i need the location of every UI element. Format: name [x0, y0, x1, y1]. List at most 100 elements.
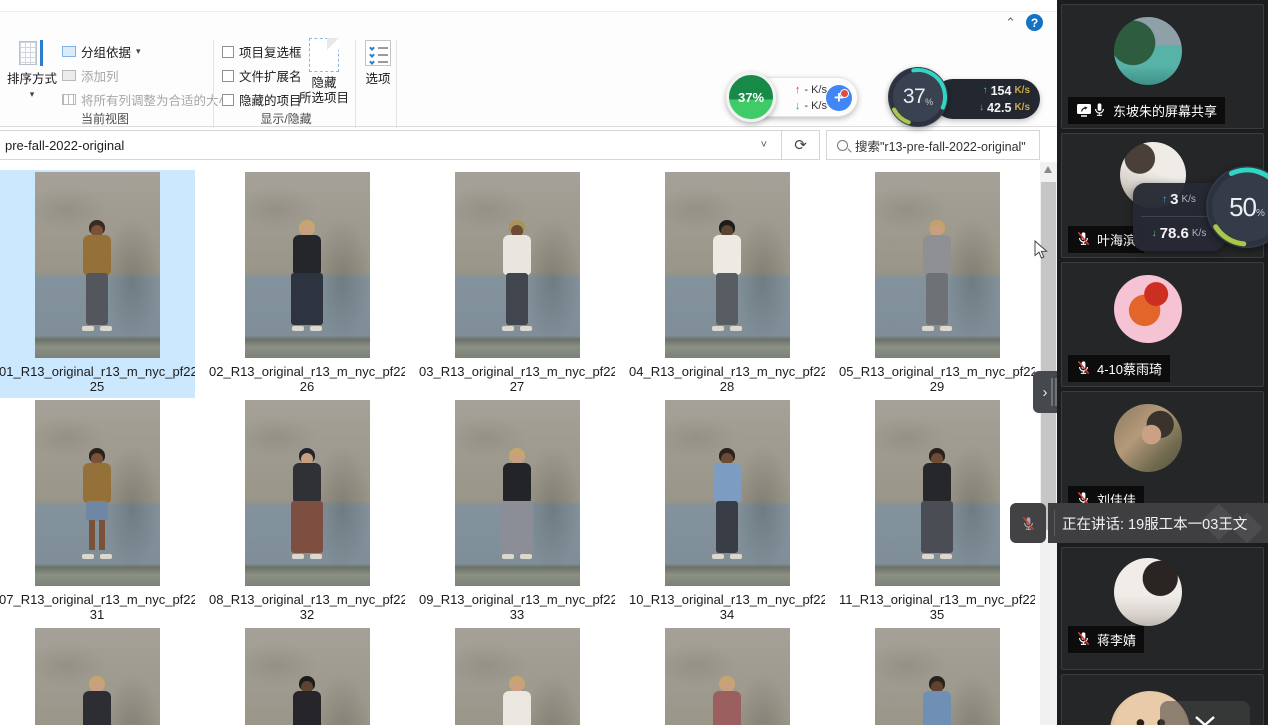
file-list-area: 01_R13_original_r13_m_nyc_pf22_025 02_R13…: [0, 162, 1040, 725]
search-input[interactable]: 搜索"r13-pre-fall-2022-original": [826, 130, 1040, 160]
file-name: 09_R13_original_r13_m_nyc_pf22_033: [419, 592, 615, 622]
refresh-button[interactable]: ⟳: [782, 130, 820, 160]
download-arrow-icon: ↓: [979, 102, 984, 113]
participant-tile[interactable]: 4-10蔡雨琦: [1061, 262, 1264, 387]
file-name: 11_R13_original_r13_m_nyc_pf22_035: [839, 592, 1035, 622]
mouse-cursor: [1034, 240, 1050, 260]
participant-tile[interactable]: [1061, 674, 1264, 725]
group-by-icon: [62, 46, 76, 57]
address-dropdown-icon[interactable]: ˅: [761, 139, 767, 151]
file-item[interactable]: [0, 626, 195, 725]
chevron-down-icon: [1194, 715, 1216, 725]
add-button[interactable]: +: [826, 85, 852, 111]
file-item[interactable]: 01_R13_original_r13_m_nyc_pf22_025: [0, 170, 195, 398]
file-item[interactable]: 03_R13_original_r13_m_nyc_pf22_027: [419, 170, 615, 398]
options-button[interactable]: 选项: [356, 40, 400, 87]
file-item[interactable]: [839, 626, 1035, 725]
model-figure: [917, 448, 957, 568]
checkbox-icon: [222, 46, 234, 58]
avatar: [1114, 404, 1182, 472]
help-icon[interactable]: ?: [1026, 14, 1043, 31]
battery-percent-badge[interactable]: 37%: [726, 72, 776, 122]
participant-tile[interactable]: 蒋李婧: [1061, 547, 1264, 670]
hidden-items-checkbox[interactable]: 隐藏的项目: [222, 90, 302, 109]
file-thumbnail: [35, 400, 160, 586]
file-name: 02_R13_original_r13_m_nyc_pf22_026: [209, 364, 405, 394]
download-speed: 42.5: [987, 101, 1011, 115]
hide-selected-button[interactable]: 隐藏 所选项目: [298, 38, 350, 106]
file-item[interactable]: 07_R13_original_r13_m_nyc_pf22_031: [0, 398, 195, 626]
group-by-button[interactable]: 分组依据▾: [62, 42, 141, 61]
explorer-titlebar: [0, 0, 1057, 12]
model-figure: [287, 220, 327, 340]
file-name: 04_R13_original_r13_m_nyc_pf22_028: [629, 364, 825, 394]
add-columns-icon: [62, 70, 76, 81]
participant-name-bar: 4-10蔡雨琦: [1068, 355, 1170, 382]
notification-dot: [840, 89, 849, 98]
file-item[interactable]: 08_R13_original_r13_m_nyc_pf22_032: [209, 398, 405, 626]
file-thumbnail: [455, 628, 580, 725]
file-extensions-checkbox[interactable]: 文件扩展名: [222, 66, 302, 85]
file-item[interactable]: 05_R13_original_r13_m_nyc_pf22_029: [839, 170, 1035, 398]
participant-name: 4-10蔡雨琦: [1097, 359, 1162, 378]
model-figure: [707, 220, 747, 340]
speaking-banner: 正在讲话: 19服工本一03王文: [1010, 503, 1268, 543]
percent-value: 37%: [738, 90, 764, 105]
checkbox-icon: [222, 70, 234, 82]
file-item[interactable]: [629, 626, 825, 725]
progress-arc: [1206, 166, 1268, 248]
download-arrow-icon: ↓: [795, 100, 801, 112]
file-item[interactable]: 04_R13_original_r13_m_nyc_pf22_028: [629, 170, 825, 398]
participant-name: 东坡朱的屏幕共享: [1113, 101, 1217, 120]
mic-muted-icon: [1076, 631, 1091, 646]
sort-by-button[interactable]: 排序方式 ▾: [4, 40, 60, 102]
speed-unit: K/s: [1181, 194, 1195, 205]
file-name: 07_R13_original_r13_m_nyc_pf22_031: [0, 592, 195, 622]
download-speed: - K/s: [804, 100, 827, 112]
file-item[interactable]: [419, 626, 615, 725]
scrollbar-thumb[interactable]: [1041, 182, 1056, 530]
percent-ring-badge[interactable]: 50 %: [1206, 166, 1268, 248]
net-monitor-dark[interactable]: ↑ 154 K/s ↓ 42.5 K/s: [933, 79, 1040, 119]
sidebar-expand-button[interactable]: ›: [1033, 371, 1057, 413]
file-item[interactable]: 11_R13_original_r13_m_nyc_pf22_035: [839, 398, 1035, 626]
file-item[interactable]: 02_R13_original_r13_m_nyc_pf22_026: [209, 170, 405, 398]
file-item[interactable]: 10_R13_original_r13_m_nyc_pf22_034: [629, 398, 825, 626]
drag-handle[interactable]: [1051, 378, 1053, 406]
address-path: pre-fall-2022-original: [5, 138, 124, 153]
file-item[interactable]: 09_R13_original_r13_m_nyc_pf22_033: [419, 398, 615, 626]
file-thumbnail: [245, 628, 370, 725]
file-name: 08_R13_original_r13_m_nyc_pf22_032: [209, 592, 405, 622]
model-figure: [707, 448, 747, 568]
percent-ring-badge[interactable]: 37 %: [888, 67, 948, 127]
sort-icon: [19, 40, 45, 66]
scroll-down-button[interactable]: [1160, 701, 1250, 725]
avatar: [1114, 275, 1182, 343]
sort-by-label: 排序方式: [7, 72, 57, 86]
model-figure: [917, 676, 957, 725]
file-name: 10_R13_original_r13_m_nyc_pf22_034: [629, 592, 825, 622]
participant-name-bar: 蒋李婧: [1068, 626, 1144, 653]
upload-arrow-icon: ↑: [983, 85, 988, 96]
size-columns-icon: [62, 94, 76, 105]
mic-muted-icon: [1021, 516, 1036, 531]
file-item[interactable]: [209, 626, 405, 725]
size-columns-button[interactable]: 将所有列调整为合适的大小: [62, 90, 231, 109]
file-thumbnail: [875, 172, 1000, 358]
add-columns-button[interactable]: 添加列: [62, 66, 119, 85]
model-figure: [497, 676, 537, 725]
participant-tile[interactable]: 刘佳佳: [1061, 391, 1264, 516]
meeting-participants-panel: 东坡朱的屏幕共享 叶海滨 4-10蔡雨琦 刘佳佳: [1057, 0, 1268, 725]
item-checkboxes-checkbox[interactable]: 项目复选框: [222, 42, 302, 61]
speed-unit: K/s: [1014, 85, 1030, 96]
file-thumbnail: [665, 172, 790, 358]
download-speed: 78.6: [1160, 225, 1189, 242]
drag-handle[interactable]: [1055, 378, 1057, 406]
file-thumbnail: [875, 628, 1000, 725]
minimize-ribbon-icon[interactable]: ⌃: [1005, 16, 1016, 29]
participant-name: 叶海滨: [1097, 230, 1136, 249]
file-thumbnail: [35, 172, 160, 358]
participant-tile[interactable]: 东坡朱的屏幕共享: [1061, 4, 1264, 129]
scrollbar-up-icon[interactable]: [1044, 166, 1052, 173]
address-bar[interactable]: pre-fall-2022-original ˅: [0, 130, 782, 160]
